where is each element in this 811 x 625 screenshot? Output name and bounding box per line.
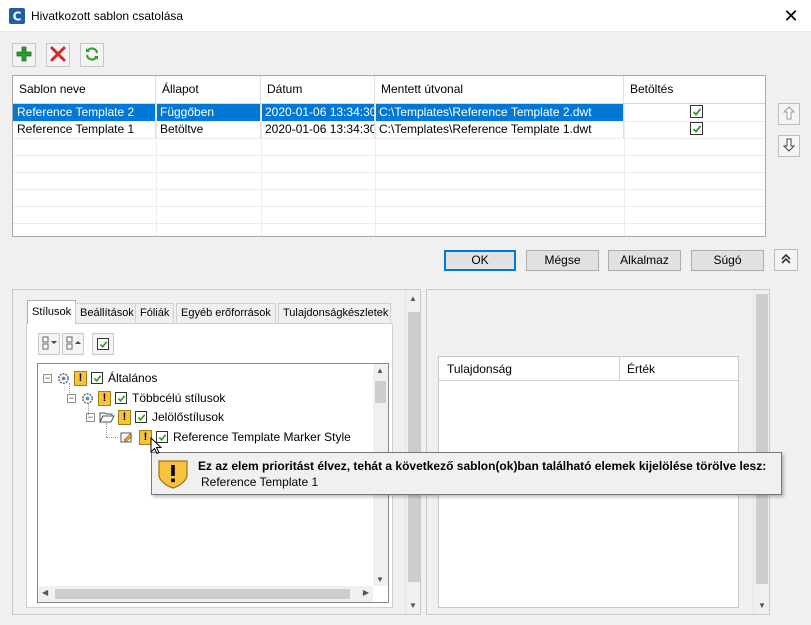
column-header-load[interactable]: Betöltés bbox=[624, 76, 765, 103]
cell-status: Betöltve bbox=[156, 121, 261, 138]
warning-icon: ! bbox=[118, 409, 131, 425]
plus-icon bbox=[15, 45, 33, 66]
cell-status: Függőben bbox=[156, 104, 261, 121]
svg-text:C: C bbox=[13, 10, 22, 24]
window-title: Hivatkozott sablon csatolása bbox=[31, 9, 184, 23]
column-header-path[interactable]: Mentett útvonal bbox=[375, 76, 624, 103]
add-template-button[interactable] bbox=[12, 43, 36, 67]
column-header-name[interactable]: Sablon neve bbox=[13, 76, 156, 103]
scroll-thumb[interactable] bbox=[408, 312, 420, 582]
tab-other-resources[interactable]: Egyéb erőforrások bbox=[176, 303, 276, 323]
collapse-toggle[interactable]: − bbox=[43, 373, 52, 383]
refresh-icon bbox=[83, 45, 101, 66]
tab-property-sets[interactable]: Tulajdonságkészletek bbox=[278, 303, 391, 323]
template-grid[interactable]: Sablon neve Állapot Dátum Mentett útvona… bbox=[12, 75, 766, 237]
delete-x-icon bbox=[49, 45, 67, 66]
double-chevron-up-icon bbox=[780, 253, 792, 268]
cell-template-name: Reference Template 1 bbox=[13, 121, 156, 138]
cell-date: 2020-01-06 13:34:30 bbox=[261, 104, 375, 121]
tree-node-label: Többcélú stílusok bbox=[132, 391, 226, 405]
priority-tooltip: Ez az elem prioritást élvez, tehát a köv… bbox=[151, 452, 782, 495]
tree-node-general[interactable]: − ! Általános bbox=[43, 368, 157, 388]
close-button[interactable]: ✕ bbox=[776, 3, 806, 29]
collapse-tree-icon bbox=[65, 335, 81, 354]
column-header-date[interactable]: Dátum bbox=[261, 76, 375, 103]
expand-tree-icon bbox=[41, 335, 57, 354]
warning-icon: ! bbox=[98, 390, 111, 406]
table-row[interactable]: Reference Template 2 Függőben 2020-01-06… bbox=[13, 104, 765, 121]
table-row[interactable]: Reference Template 1 Betöltve 2020-01-06… bbox=[13, 121, 765, 138]
help-button[interactable]: Súgó bbox=[691, 250, 764, 271]
tab-settings[interactable]: Beállítások bbox=[75, 303, 139, 323]
apply-button[interactable]: Alkalmaz bbox=[608, 250, 681, 271]
collapse-all-button[interactable] bbox=[62, 333, 84, 355]
expand-all-button[interactable] bbox=[38, 333, 60, 355]
tree-node-label: Reference Template Marker Style bbox=[173, 430, 351, 444]
refresh-button[interactable] bbox=[80, 43, 104, 67]
arrow-up-icon bbox=[782, 105, 796, 123]
tree-horizontal-scrollbar[interactable]: ◀ ▶ bbox=[38, 586, 373, 602]
load-checkbox[interactable] bbox=[690, 105, 703, 118]
style-item-icon bbox=[119, 430, 135, 444]
node-checkbox[interactable] bbox=[115, 392, 127, 404]
load-checkbox[interactable] bbox=[690, 122, 703, 135]
cancel-button[interactable]: Mégse bbox=[526, 250, 599, 271]
tree-node-multipurpose[interactable]: − ! Többcélú stílusok bbox=[67, 388, 225, 408]
cell-path: C:\Templates\Reference Template 1.dwt bbox=[375, 121, 624, 138]
app-icon: C bbox=[9, 8, 25, 24]
column-header-value[interactable]: Érték bbox=[620, 357, 738, 381]
column-header-status[interactable]: Állapot bbox=[156, 76, 261, 103]
mouse-cursor-icon bbox=[150, 436, 163, 458]
delete-template-button[interactable] bbox=[46, 43, 70, 67]
arrow-down-icon bbox=[782, 138, 796, 155]
tree-node-label: Jelölőstílusok bbox=[152, 410, 225, 424]
tab-layers[interactable]: Fóliák bbox=[135, 303, 175, 323]
cell-date: 2020-01-06 13:34:30 bbox=[261, 121, 375, 138]
tooltip-item: Reference Template 1 bbox=[201, 475, 319, 489]
warning-icon: ! bbox=[74, 370, 87, 386]
scroll-thumb[interactable] bbox=[756, 294, 768, 584]
tooltip-message: Ez az elem prioritást élvez, tehát a köv… bbox=[198, 459, 767, 473]
checkbox-icon bbox=[97, 338, 109, 350]
tree-node-label: Általános bbox=[108, 371, 158, 385]
scroll-thumb[interactable] bbox=[55, 589, 350, 599]
column-header-property[interactable]: Tulajdonság bbox=[439, 357, 620, 381]
move-up-button[interactable] bbox=[778, 103, 800, 125]
open-folder-icon bbox=[99, 410, 115, 424]
check-all-button[interactable] bbox=[92, 333, 114, 355]
tab-styles[interactable]: Stílusok bbox=[27, 300, 77, 324]
cell-load bbox=[624, 104, 765, 121]
title-bar: C Hivatkozott sablon csatolása ✕ bbox=[0, 0, 811, 32]
cell-path: C:\Templates\Reference Template 2.dwt bbox=[375, 104, 624, 121]
cell-template-name: Reference Template 2 bbox=[13, 104, 156, 121]
move-down-button[interactable] bbox=[778, 135, 800, 157]
node-checkbox[interactable] bbox=[91, 372, 103, 384]
collapse-button[interactable] bbox=[774, 249, 798, 271]
scroll-thumb[interactable] bbox=[375, 381, 386, 403]
node-checkbox[interactable] bbox=[135, 411, 147, 423]
cell-load bbox=[624, 121, 765, 138]
ok-button[interactable]: OK bbox=[444, 250, 516, 271]
warning-shield-icon bbox=[157, 459, 189, 492]
